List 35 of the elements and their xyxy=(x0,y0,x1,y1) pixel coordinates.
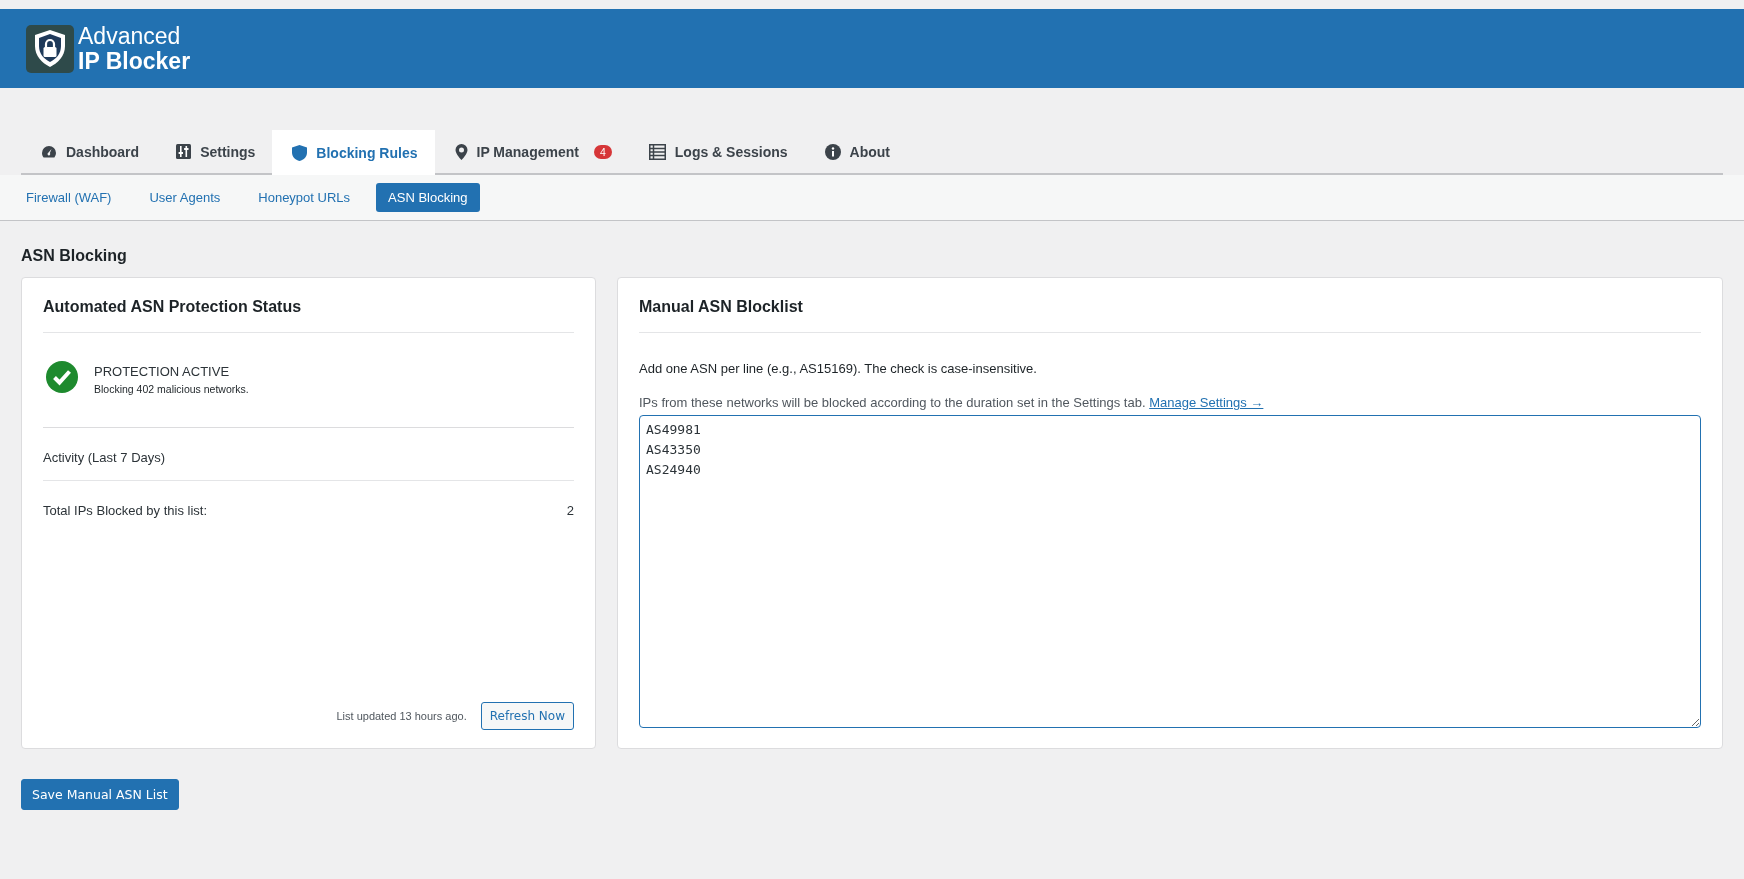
sub-tab[interactable]: Honeypot URLs xyxy=(246,183,363,212)
app-title: IP Blocker xyxy=(78,48,191,73)
update-time-text: List updated 13 hours ago. xyxy=(336,710,467,722)
note-text: IPs from these networks will be blocked according to the duration set in the Settings tab. Manage Settings → xyxy=(639,394,1265,412)
asn-list-field[interactable]: AS49981 AS43350 AS24940 xyxy=(639,415,1701,728)
count-badge: 4 xyxy=(593,144,612,159)
total-label: Total IPs Blocked by this list: xyxy=(43,503,207,518)
save-button[interactable]: Save Manual ASN List xyxy=(21,779,179,810)
sub-tab[interactable]: Firewall (WAF) xyxy=(14,183,124,212)
nav-tab[interactable]: Logs & Sessions xyxy=(628,130,805,173)
card-title: Manual ASN Blocklist xyxy=(639,278,1701,333)
total-value: 2 xyxy=(566,503,574,518)
status-label: PROTECTION ACTIVE xyxy=(94,363,231,379)
card-title: Automated ASN Protection Status xyxy=(43,278,574,333)
info-icon xyxy=(824,143,841,160)
manage-settings-link[interactable]: Manage Settings → xyxy=(1149,395,1264,410)
nav-tab[interactable]: About xyxy=(804,130,908,173)
shield-lock-logo-icon xyxy=(26,24,74,73)
page-heading: ASN Blocking xyxy=(21,247,128,265)
app-title: Advanced xyxy=(78,24,182,49)
list-icon xyxy=(648,143,666,160)
activity-label: Activity (Last 7 Days) xyxy=(43,428,574,481)
location-pin-icon xyxy=(454,143,468,160)
status-detail: Blocking 402 malicious networks. xyxy=(94,382,249,395)
help-text: Add one ASN per line (e.g., AS15169). The check is case-insensitive. xyxy=(639,360,1038,376)
dashboard-icon xyxy=(41,143,57,160)
sliders-icon xyxy=(176,144,192,159)
refresh-button[interactable]: Refresh Now xyxy=(480,702,574,730)
nav-tab[interactable]: Dashboard xyxy=(21,130,157,173)
shield-icon xyxy=(292,144,308,161)
sub-tab[interactable]: User Agents xyxy=(137,183,233,212)
nav-tab[interactable]: IP Management 4 xyxy=(434,130,629,173)
sub-tab[interactable]: ASN Blocking xyxy=(376,183,480,212)
nav-tab[interactable]: Settings xyxy=(156,130,273,173)
nav-tab[interactable]: Blocking Rules xyxy=(272,130,435,175)
